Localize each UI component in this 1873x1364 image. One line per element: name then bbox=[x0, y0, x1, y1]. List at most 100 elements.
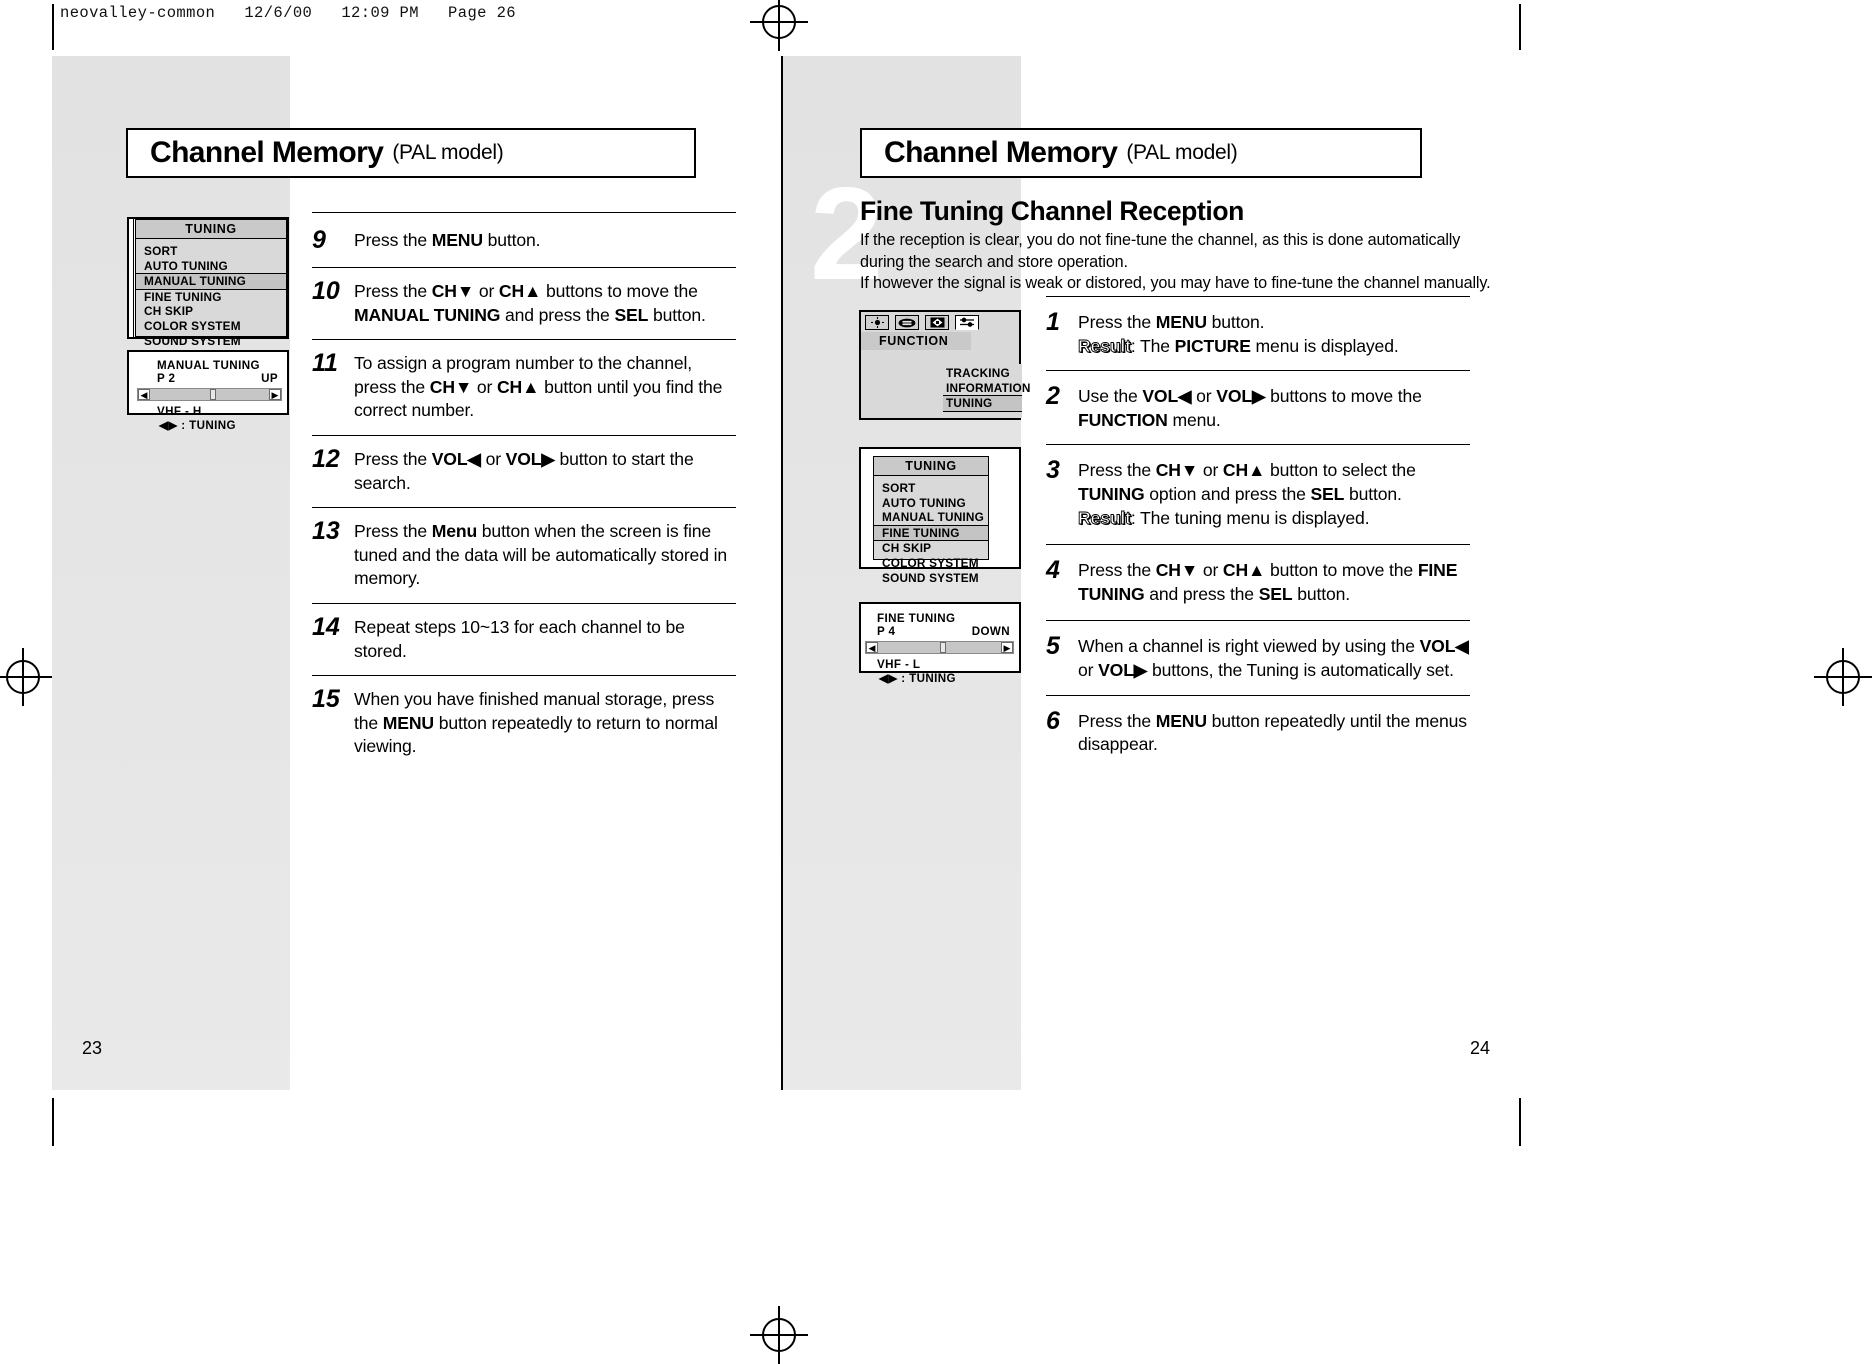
slider-knob[interactable] bbox=[939, 642, 946, 653]
osd-item-manual-tuning[interactable]: MANUAL TUNING bbox=[136, 273, 286, 290]
step-12: 12 Press the VOL◀ or VOL▶ button to star… bbox=[312, 436, 736, 507]
fine-tuning-direction: DOWN bbox=[971, 625, 1010, 638]
step-13: 13 Press the Menu button when the screen… bbox=[312, 508, 736, 603]
crop-mark-top-left bbox=[52, 4, 54, 50]
osd-item-manual-tuning[interactable]: MANUAL TUNING bbox=[882, 510, 988, 525]
step-text: Repeat steps 10~13 for each channel to b… bbox=[354, 616, 685, 661]
step-number: 2 bbox=[1046, 382, 1060, 411]
osd-item-ch-skip[interactable]: CH SKIP bbox=[882, 541, 988, 556]
step-number: 11 bbox=[312, 349, 338, 378]
left-tuning-osd-title: TUNING bbox=[136, 220, 286, 239]
submenu-item-tracking[interactable]: TRACKING bbox=[946, 366, 1022, 381]
right-tuning-osd-list: SORT AUTO TUNING MANUAL TUNING FINE TUNI… bbox=[874, 476, 988, 590]
manual-tuning-band: VHF - H bbox=[157, 405, 202, 418]
osd-item-sort[interactable]: SORT bbox=[882, 481, 988, 496]
step-text: Press the CH▼ or CH▲ button to select th… bbox=[1078, 460, 1416, 528]
left-page-gray-band bbox=[52, 56, 290, 1090]
step-text: Press the Menu button when the screen is… bbox=[354, 521, 727, 589]
manual-tuning-osd-row: P 2 UP bbox=[141, 372, 278, 385]
picture-icon[interactable] bbox=[865, 315, 889, 330]
manual-tuning-osd: MANUAL TUNING P 2 UP ◀ ▶ VHF - H ◀▶ : TU… bbox=[127, 350, 289, 432]
step-number: 12 bbox=[312, 444, 340, 473]
osd-item-fine-tuning[interactable]: FINE TUNING bbox=[144, 290, 286, 305]
fine-tuning-slider[interactable]: ◀ ▶ bbox=[865, 641, 1014, 654]
step-text: When you have finished manual storage, p… bbox=[354, 689, 718, 757]
slider-left-arrow-icon[interactable]: ◀ bbox=[866, 642, 878, 653]
slider-knob[interactable] bbox=[209, 389, 216, 400]
left-step-list: 9 Press the MENU button. 10 Press the CH… bbox=[312, 212, 736, 771]
screen-icon[interactable] bbox=[925, 315, 949, 330]
step-number: 5 bbox=[1046, 632, 1060, 661]
fine-tuning-hint: ◀▶ : TUNING bbox=[879, 672, 956, 685]
step-number: 15 bbox=[312, 685, 340, 714]
step-text: Press the CH▼ or CH▲ button to move the … bbox=[1078, 560, 1458, 604]
step-6: 6 Press the MENU button repeatedly until… bbox=[1046, 696, 1470, 769]
left-tuning-osd: TUNING SORT AUTO TUNING MANUAL TUNING FI… bbox=[127, 217, 289, 348]
osd-item-sound-system[interactable]: SOUND SYSTEM bbox=[882, 571, 988, 586]
step-5: 5 When a channel is right viewed by usin… bbox=[1046, 621, 1470, 694]
function-osd: FUNCTION TRACKING INFORMATION TUNING bbox=[859, 310, 1030, 420]
right-tuning-osd-title: TUNING bbox=[874, 457, 988, 476]
step-9: 9 Press the MENU button. bbox=[312, 213, 736, 267]
left-page-title-box: Channel Memory (PAL model) bbox=[126, 128, 696, 178]
left-page-number: 23 bbox=[82, 1038, 103, 1058]
registration-mark-right bbox=[1814, 648, 1872, 706]
function-osd-title: FUNCTION bbox=[861, 332, 971, 350]
manual-tuning-direction: UP bbox=[261, 372, 278, 385]
function-osd-panel: FUNCTION TRACKING INFORMATION TUNING bbox=[861, 312, 1030, 418]
step-1: 1 Press the MENU button. Result: The PICT… bbox=[1046, 297, 1470, 370]
step-text: To assign a program number to the channe… bbox=[354, 353, 723, 421]
step-number: 9 bbox=[312, 226, 326, 254]
fine-tuning-band: VHF - L bbox=[877, 658, 921, 671]
registration-mark-left bbox=[0, 648, 52, 706]
function-icon[interactable] bbox=[955, 315, 979, 330]
section-intro-text: If the reception is clear, you do not fi… bbox=[860, 231, 1491, 292]
osd-item-ch-skip[interactable]: CH SKIP bbox=[144, 304, 286, 319]
manual-tuning-program: P 2 bbox=[157, 372, 176, 385]
step-3: 3 Press the CH▼ or CH▲ button to select … bbox=[1046, 445, 1470, 544]
function-osd-submenu: TRACKING INFORMATION TUNING bbox=[943, 364, 1030, 418]
sound-icon[interactable] bbox=[895, 315, 919, 330]
osd-item-color-system[interactable]: COLOR SYSTEM bbox=[882, 556, 988, 571]
page-title: Channel Memory bbox=[150, 136, 384, 169]
submenu-item-information[interactable]: INFORMATION bbox=[946, 381, 1030, 396]
left-tuning-osd-panel: TUNING SORT AUTO TUNING MANUAL TUNING FI… bbox=[135, 219, 287, 348]
osd-item-auto-tuning[interactable]: AUTO TUNING bbox=[144, 259, 286, 274]
submenu-item-tuning[interactable]: TUNING bbox=[943, 395, 1022, 412]
step-number: 4 bbox=[1046, 556, 1060, 585]
right-tuning-osd: TUNING SORT AUTO TUNING MANUAL TUNING FI… bbox=[859, 447, 1021, 585]
section-heading: Fine Tuning Channel Reception bbox=[860, 196, 1244, 226]
osd-item-color-system[interactable]: COLOR SYSTEM bbox=[144, 319, 286, 334]
slider-right-arrow-icon[interactable]: ▶ bbox=[1001, 642, 1013, 653]
page-title-model: (PAL model) bbox=[392, 141, 504, 164]
registration-mark-bottom bbox=[750, 1306, 808, 1364]
osd-item-sort[interactable]: SORT bbox=[144, 244, 286, 259]
slider-right-arrow-icon[interactable]: ▶ bbox=[269, 389, 281, 400]
step-text: Press the MENU button. Result: The PICTUR… bbox=[1078, 312, 1399, 356]
page-title-model: (PAL model) bbox=[1126, 141, 1238, 164]
step-4: 4 Press the CH▼ or CH▲ button to move th… bbox=[1046, 545, 1470, 620]
step-text: Press the CH▼ or CH▲ buttons to move the… bbox=[354, 281, 706, 325]
fine-tuning-osd-row: P 4 DOWN bbox=[873, 625, 1010, 638]
right-step-list: 1 Press the MENU button. Result: The PICT… bbox=[1046, 296, 1470, 769]
left-tuning-osd-list: SORT AUTO TUNING MANUAL TUNING FINE TUNI… bbox=[136, 239, 286, 353]
slider-left-arrow-icon[interactable]: ◀ bbox=[138, 389, 150, 400]
step-text: When a channel is right viewed by using … bbox=[1078, 636, 1469, 680]
fine-tuning-program: P 4 bbox=[877, 625, 896, 638]
step-10: 10 Press the CH▼ or CH▲ buttons to move … bbox=[312, 268, 736, 339]
step-number: 3 bbox=[1046, 456, 1060, 485]
osd-item-sound-system[interactable]: SOUND SYSTEM bbox=[144, 334, 286, 349]
manual-tuning-osd-title: MANUAL TUNING bbox=[157, 359, 260, 372]
step-number: 1 bbox=[1046, 308, 1060, 336]
step-14: 14 Repeat steps 10~13 for each channel t… bbox=[312, 604, 736, 675]
osd-item-fine-tuning[interactable]: FINE TUNING bbox=[874, 524, 988, 542]
crop-mark-bottom-right bbox=[1519, 1098, 1521, 1146]
step-15: 15 When you have finished manual storage… bbox=[312, 676, 736, 771]
registration-mark-top bbox=[750, 0, 808, 51]
manual-tuning-slider[interactable]: ◀ ▶ bbox=[137, 388, 282, 401]
fine-tuning-osd: FINE TUNING P 4 DOWN ◀ ▶ VHF - L ◀▶ : TU… bbox=[859, 602, 1021, 685]
step-number: 13 bbox=[312, 517, 340, 546]
step-text: Press the VOL◀ or VOL▶ button to start t… bbox=[354, 448, 694, 493]
fine-tuning-osd-title: FINE TUNING bbox=[877, 612, 956, 625]
osd-item-auto-tuning[interactable]: AUTO TUNING bbox=[882, 496, 988, 511]
